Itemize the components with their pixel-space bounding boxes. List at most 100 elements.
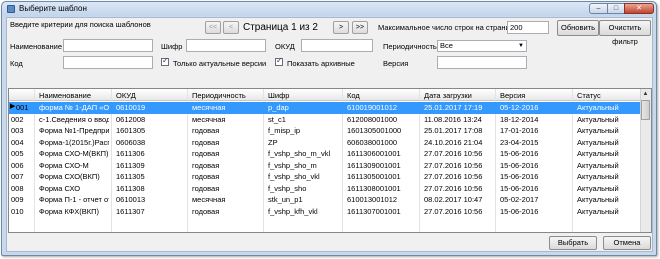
row-number: 008 [11, 183, 24, 193]
cell-period: месячная [192, 114, 226, 124]
first-page-button[interactable]: << [205, 21, 221, 34]
column-header-cipher[interactable]: Шифр [268, 91, 289, 100]
title-bar[interactable]: Выберите шаблон – □ ✕ [2, 2, 656, 16]
table-row[interactable]: 010 Форма КФХ(ВКП) 1611307 годовая f_vshp_kf… [9, 206, 641, 218]
cell-period: годовая [192, 160, 220, 170]
show-archived-checkbox[interactable] [275, 56, 283, 66]
table-row[interactable]: 002 с-1.Сведения о вводе... 0612008 месячна… [9, 114, 641, 126]
only-actual-checkbox[interactable] [161, 56, 169, 66]
row-number: 006 [11, 160, 24, 170]
cell-cipher: f_misp_ip [268, 126, 301, 135]
column-header-date[interactable]: Дата загрузки [424, 91, 472, 100]
cell-version: 17-01-2016 [500, 126, 539, 135]
column-header-period[interactable]: Периодичность [192, 91, 246, 100]
cell-okud: 0610013 [116, 195, 146, 204]
column-header-code[interactable]: Код [347, 91, 360, 100]
close-button[interactable]: ✕ [624, 3, 654, 14]
row-number: 004 [11, 137, 24, 147]
prev-page-button[interactable]: < [223, 21, 239, 34]
table-row[interactable]: 008 Форма СХО 1611308 годовая f_vshp_sho 1611… [9, 183, 641, 195]
cipher-input[interactable] [186, 39, 266, 52]
cell-status: Актуальный [577, 137, 619, 147]
cell-cipher: st_c1 [268, 114, 286, 124]
cell-status: Актуальный [577, 114, 619, 124]
cancel-button[interactable]: Отмена [603, 236, 651, 250]
period-label: Периодичность [383, 42, 437, 51]
cell-period: годовая [192, 172, 220, 181]
cell-date: 11.08.2016 13:24 [424, 114, 482, 124]
cell-status: Актуальный [577, 149, 619, 158]
cell-status: Актуальный [577, 172, 619, 181]
okud-input[interactable] [301, 39, 373, 52]
cell-version: 15-06-2016 [500, 160, 539, 170]
cell-okud: 0606038 [116, 137, 146, 147]
cell-name: Форма СХО(ВКП) [39, 172, 100, 181]
cell-cipher: ZP [268, 137, 278, 147]
column-header-version[interactable]: Версия [500, 91, 525, 100]
row-number: 003 [11, 126, 24, 135]
row-number: 007 [11, 172, 24, 181]
column-header-name[interactable]: Наименование [39, 91, 91, 100]
cell-cipher: f_vshp_sho_m_vkl [268, 149, 331, 158]
last-page-button[interactable]: >> [352, 21, 368, 34]
cell-code: 1611308001001 [347, 183, 401, 193]
search-hint: Введите критерии для поиска шаблонов [10, 20, 151, 29]
refresh-button[interactable]: Обновить [557, 20, 599, 36]
cell-code: 1601305001000 [347, 126, 402, 135]
minimize-button[interactable]: – [589, 3, 608, 14]
scroll-thumb[interactable] [641, 100, 650, 120]
cell-okud: 1601305 [116, 126, 146, 135]
cell-version: 15-06-2016 [500, 206, 539, 216]
cell-version: 15-06-2016 [500, 183, 539, 193]
cell-cipher: f_vshp_sho_vkl [268, 172, 320, 181]
column-header-okud[interactable]: ОКУД [116, 91, 136, 100]
cell-status: Актуальный [577, 206, 619, 216]
cell-name: с-1.Сведения о вводе... [39, 114, 109, 124]
table-row[interactable]: 006 Форма СХО-М 1611309 годовая f_vshp_sho_m… [9, 160, 641, 172]
next-page-button[interactable]: > [333, 21, 349, 34]
vertical-scrollbar[interactable]: ▲ [640, 89, 651, 232]
cell-code: 1611305001001 [347, 172, 401, 181]
cell-code: 612008001000 [347, 114, 398, 124]
table-row[interactable]: 003 Форма №1-Предприн... 1601305 годовая f_m… [9, 125, 641, 137]
cell-status: Актуальный [577, 103, 619, 112]
code-input[interactable] [63, 56, 153, 69]
name-label: Наименование [10, 42, 62, 51]
table-row[interactable]: 009 Форма П-1 - отчет от ... 0610013 месячн… [9, 194, 641, 206]
table-row[interactable]: 007 Форма СХО(ВКП) 1611305 годовая f_vshp_sh… [9, 171, 641, 183]
cell-code: 606038001000 [347, 137, 398, 147]
scroll-up-icon[interactable]: ▲ [641, 90, 650, 99]
clear-filter-button[interactable]: Очистить фильтр [599, 20, 651, 46]
cell-name: Форма СХО-М(ВКП) [39, 149, 109, 158]
cell-period: годовая [192, 149, 220, 158]
select-button[interactable]: Выбрать [549, 236, 597, 250]
code-label: Код [10, 59, 23, 68]
cell-version: 15-06-2016 [500, 172, 539, 181]
page-indicator: Страница 1 из 2 [243, 22, 318, 33]
cell-name: Форма-1(2015г.)Расп... [39, 137, 109, 147]
max-rows-input[interactable]: 200 [507, 21, 549, 34]
cell-okud: 1611309 [116, 160, 145, 170]
cell-version: 05-02-2017 [500, 195, 539, 204]
version-input[interactable] [437, 56, 527, 69]
table-row[interactable]: 001▶ форма № 1-ДАП «Об... 0610019 месячная p… [9, 102, 641, 114]
cell-code: 1611306001001 [347, 149, 401, 158]
cell-name: форма № 1-ДАП «Об... [39, 103, 109, 112]
cell-period: месячная [192, 103, 226, 112]
cell-cipher: stk_un_p1 [268, 195, 303, 204]
cell-date: 27.07.2016 10:56 [424, 172, 483, 181]
cell-date: 27.07.2016 10:56 [424, 183, 483, 193]
cell-code: 610013001012 [347, 195, 398, 204]
period-select[interactable]: Все ▼ [437, 40, 527, 52]
cell-period: годовая [192, 206, 220, 216]
window-app-icon [7, 5, 15, 13]
table-row[interactable]: 004 Форма-1(2015г.)Расп... 0606038 годовая Z… [9, 137, 641, 149]
templates-table[interactable]: Наименование ОКУД Периодичность Шифр Код… [8, 88, 652, 233]
name-input[interactable] [63, 39, 153, 52]
maximize-button[interactable]: □ [607, 3, 625, 14]
table-row[interactable]: 005 Форма СХО-М(ВКП) 1611306 годовая f_vshp_… [9, 148, 641, 160]
column-header-status[interactable]: Статус [577, 91, 601, 100]
cell-period: годовая [192, 137, 220, 147]
dialog-content: Введите критерии для поиска шаблонов << … [6, 17, 653, 252]
cell-okud: 1611306 [116, 149, 145, 158]
